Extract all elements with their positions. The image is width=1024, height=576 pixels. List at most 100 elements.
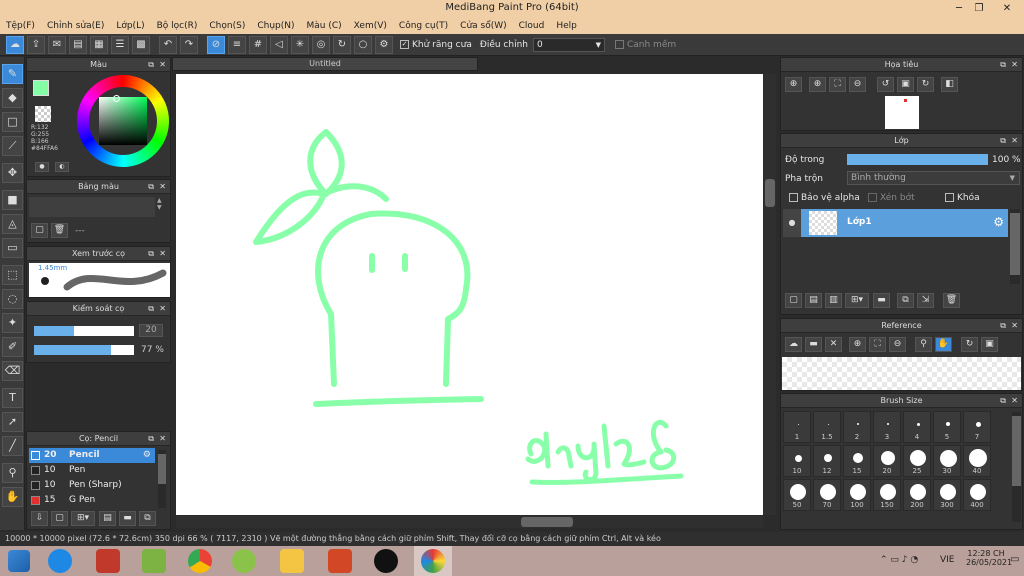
trash-icon[interactable]: 🗑 xyxy=(51,223,68,238)
close-icon[interactable]: ✕ xyxy=(1011,394,1018,408)
lock-checkbox[interactable]: Khóa xyxy=(945,193,980,203)
brush-size-50[interactable]: 50 xyxy=(783,479,811,511)
cloud-icon[interactable]: ☁ xyxy=(785,337,802,352)
close-icon[interactable]: ✕ xyxy=(159,247,166,261)
brush-size-20[interactable]: 20 xyxy=(873,445,901,477)
scroll-thumb[interactable] xyxy=(158,454,166,484)
list-icon[interactable]: ☰ xyxy=(111,35,129,54)
fit-icon[interactable]: ⛶ xyxy=(869,337,886,352)
close-icon[interactable]: ✕ xyxy=(159,58,166,72)
divide-tool-icon[interactable]: ╱ xyxy=(2,436,23,456)
detach-icon[interactable]: ⧉ xyxy=(148,180,154,194)
snap-off-icon[interactable]: ⊘ xyxy=(207,35,225,54)
parallel-snap-icon[interactable]: ≡ xyxy=(228,35,246,54)
menu-filter[interactable]: Bộ lọc(R) xyxy=(157,21,198,31)
brush-opacity-slider[interactable] xyxy=(34,345,134,355)
canvas-horizontal-scrollbar[interactable] xyxy=(176,516,763,528)
lasso-icon[interactable]: ◌ xyxy=(2,289,23,309)
page-icon[interactable]: ▦ xyxy=(90,35,108,54)
new-layer-1bit-icon[interactable]: ▥ xyxy=(825,293,842,308)
rotate-right-icon[interactable]: ↻ xyxy=(917,77,934,92)
magic-wand-icon[interactable]: ✦ xyxy=(2,313,23,333)
canvas-vertical-scrollbar[interactable] xyxy=(764,74,776,515)
scroll-thumb[interactable] xyxy=(1012,416,1021,486)
gear-icon[interactable]: ⚙ xyxy=(993,215,1004,229)
tiktok-icon[interactable] xyxy=(374,549,398,573)
menu-view[interactable]: Xem(V) xyxy=(354,21,387,31)
swap-icon[interactable]: ● xyxy=(35,162,49,172)
close-icon[interactable]: ✕ xyxy=(159,302,166,316)
brush-settings-icon[interactable]: ▤ xyxy=(99,511,116,526)
close-icon[interactable]: ✕ xyxy=(159,180,166,194)
clock[interactable]: 12:28 CH 26/05/2021 xyxy=(966,549,1012,567)
start-icon[interactable] xyxy=(8,550,30,572)
reference-area[interactable] xyxy=(782,357,1021,390)
concentric-snap-icon[interactable]: ◎ xyxy=(312,35,330,54)
zoom-fit-icon[interactable]: ⊕ xyxy=(785,77,802,92)
circle-snap-icon[interactable]: ○ xyxy=(354,35,372,54)
notification-icon[interactable]: ▭ xyxy=(1010,554,1019,565)
select-eraser-icon[interactable]: ⌫ xyxy=(2,361,23,381)
fit-screen-icon[interactable]: ▣ xyxy=(897,77,914,92)
menu-cloud[interactable]: Cloud xyxy=(519,21,545,31)
rect-fill-tool-icon[interactable]: ■ xyxy=(2,190,23,210)
grid-icon[interactable]: ▩ xyxy=(132,35,150,54)
dot-tool-icon[interactable]: □ xyxy=(2,112,23,132)
brush-size-40[interactable]: 40 xyxy=(963,445,991,477)
actual-size-icon[interactable]: ⛶ xyxy=(829,77,846,92)
radial-snap-icon[interactable]: ✳ xyxy=(291,35,309,54)
eyedropper-icon[interactable]: ⚲ xyxy=(2,463,23,483)
chat-icon[interactable]: ✉ xyxy=(48,35,66,54)
rotate-left-icon[interactable]: ↺ xyxy=(877,77,894,92)
close-icon[interactable]: ✕ xyxy=(1011,319,1018,333)
foreground-color-swatch[interactable] xyxy=(33,80,49,96)
add-brush-icon[interactable]: ⊞▾ xyxy=(71,511,95,526)
medibang-icon[interactable] xyxy=(421,549,445,573)
drawing-canvas[interactable] xyxy=(176,74,763,515)
hue-wheel[interactable] xyxy=(77,75,169,167)
menu-snap[interactable]: Chụp(N) xyxy=(257,21,294,31)
gear-icon[interactable]: ⚙ xyxy=(143,448,151,463)
brush-size-4[interactable]: 4 xyxy=(903,411,931,443)
detach-icon[interactable]: ⧉ xyxy=(1000,319,1006,333)
brush-size-3[interactable]: 3 xyxy=(873,411,901,443)
adjust-select[interactable]: 0 ▼ xyxy=(532,37,605,52)
menu-file[interactable]: Tệp(F) xyxy=(6,21,35,31)
detach-icon[interactable]: ⧉ xyxy=(148,58,154,72)
brush-size-200[interactable]: 200 xyxy=(903,479,931,511)
detach-icon[interactable]: ⧉ xyxy=(148,302,154,316)
language-indicator[interactable]: VIE xyxy=(940,555,955,565)
brush-size-300[interactable]: 300 xyxy=(933,479,961,511)
menu-select[interactable]: Chọn(S) xyxy=(209,21,245,31)
merge-layer-icon[interactable]: ⇲ xyxy=(917,293,934,308)
palette-scroll-icon[interactable]: ▲ ▼ xyxy=(157,197,167,217)
brush-size-5[interactable]: 5 xyxy=(933,411,961,443)
eraser-tool-icon[interactable]: ◆ xyxy=(2,88,23,108)
brush-size-100[interactable]: 100 xyxy=(843,479,871,511)
menu-help[interactable]: Help xyxy=(556,21,577,31)
smooth-checkbox[interactable]: Canh mềm xyxy=(614,39,676,50)
scroll-thumb[interactable] xyxy=(1010,213,1020,275)
eyedropper-icon[interactable]: ⚲ xyxy=(915,337,932,352)
new-brush-icon[interactable]: ▢ xyxy=(51,511,68,526)
brush-size-value[interactable]: 20 xyxy=(139,324,163,337)
close-button[interactable]: ✕ xyxy=(990,0,1024,17)
chrome-icon[interactable] xyxy=(188,549,212,573)
tray-icons[interactable]: ⌃ ▭ ♪ ◔ xyxy=(880,555,918,565)
protect-alpha-checkbox[interactable]: Bảo vệ alpha xyxy=(789,193,860,203)
zoom-out-icon[interactable]: ⊖ xyxy=(889,337,906,352)
transparent-swatch[interactable] xyxy=(35,106,51,122)
redo-icon[interactable]: ↷ xyxy=(180,35,198,54)
rotate-icon[interactable]: ↻ xyxy=(961,337,978,352)
select-rect-icon[interactable]: ⬚ xyxy=(2,265,23,285)
settings-icon[interactable]: ⚙ xyxy=(375,35,393,54)
new-palette-icon[interactable]: ▢ xyxy=(31,223,48,238)
brush-size-70[interactable]: 70 xyxy=(813,479,841,511)
cloud-icon[interactable]: ☁ xyxy=(6,35,24,54)
text-tool-icon[interactable]: T xyxy=(2,388,23,408)
share-icon[interactable]: ⇪ xyxy=(27,35,45,54)
brush-list-scrollbar[interactable] xyxy=(158,450,166,508)
brush-item-pen-sharp[interactable]: 10 Pen (Sharp) xyxy=(29,478,155,493)
zoom-in-icon[interactable]: ⊕ xyxy=(809,77,826,92)
brush-size-10[interactable]: 10 xyxy=(783,445,811,477)
